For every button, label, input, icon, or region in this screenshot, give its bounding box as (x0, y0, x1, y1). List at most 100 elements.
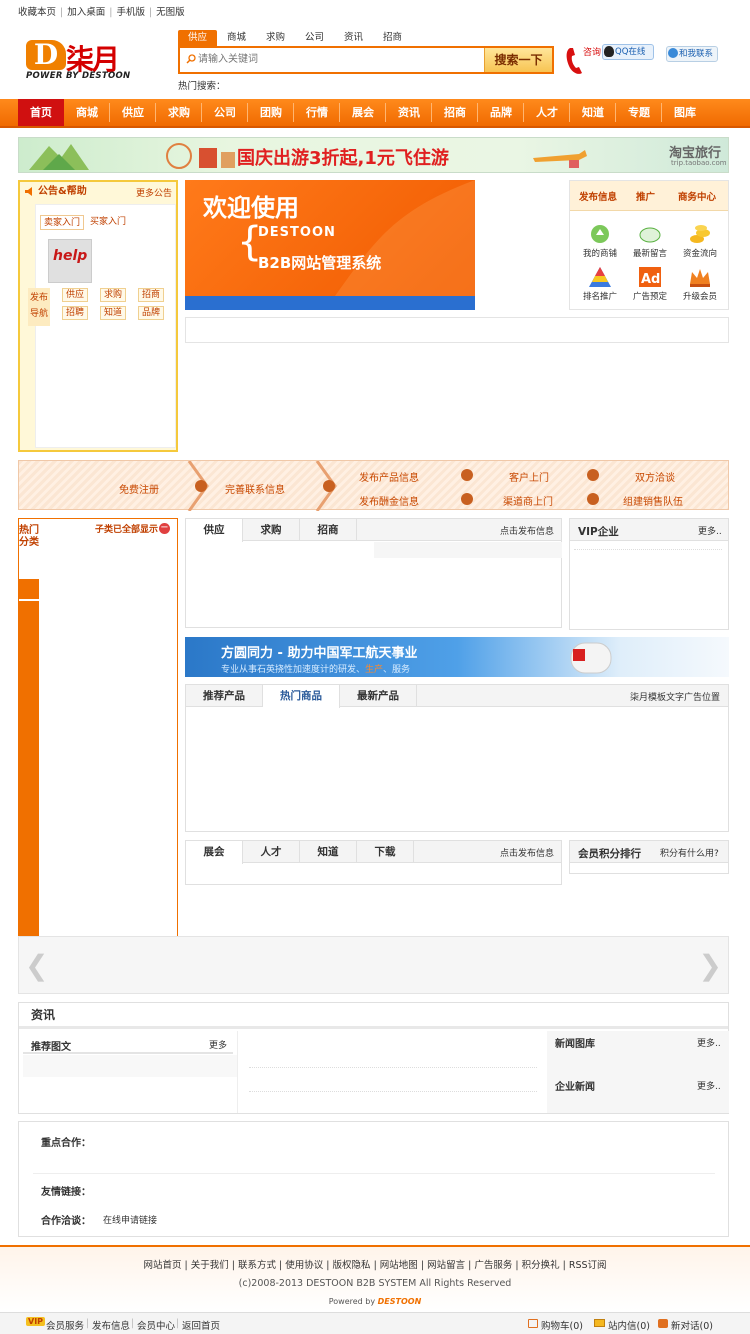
pub-buy[interactable]: 求购 (100, 288, 126, 302)
notice-more-link[interactable]: 更多公告 (136, 186, 172, 199)
nav-mall[interactable]: 商城 (64, 99, 110, 126)
quick-ranking-label: 排名推广 (582, 292, 617, 302)
nav-market[interactable]: 行情 (294, 99, 340, 126)
supply-publish-link[interactable]: 点击发布信息 (500, 524, 554, 537)
bottom-messages[interactable]: 站内信(0) (608, 1318, 650, 1332)
quick-finance[interactable]: 资金流向 (675, 223, 725, 259)
nav-invest[interactable]: 招商 (432, 99, 478, 126)
nav-home[interactable]: 首页 (18, 99, 64, 126)
nav-expo[interactable]: 展会 (340, 99, 386, 126)
welcome-banner[interactable]: 欢迎使用 { DESTOON B2B网站管理系统 (185, 180, 475, 296)
no-image-link[interactable]: 无图版 (156, 7, 185, 18)
bottom-publish[interactable]: 发布信息 (92, 1318, 130, 1332)
tab-expo[interactable]: 展会 (186, 841, 243, 864)
step-customer-visit[interactable]: 客户上门 (509, 469, 549, 484)
pub-brand[interactable]: 品牌 (138, 306, 164, 320)
apply-link[interactable]: 在线申请链接 (103, 1213, 157, 1226)
tab-buy[interactable]: 求购 (243, 519, 300, 541)
collapse-icon[interactable]: − (159, 523, 170, 534)
footer-rss[interactable]: RSS订阅 (569, 1260, 607, 1271)
search-tab-company[interactable]: 公司 (295, 30, 334, 46)
search-button[interactable]: 搜索一下 (484, 48, 552, 72)
footer-about[interactable]: 关于我们 (191, 1260, 229, 1271)
footer-terms[interactable]: 使用协议 (285, 1260, 323, 1271)
pub-supply[interactable]: 供应 (62, 288, 88, 302)
step-channel-visit[interactable]: 渠道商上门 (503, 493, 553, 508)
vip-more-link[interactable]: 更多.. (698, 524, 722, 537)
nav-special[interactable]: 专题 (616, 99, 662, 126)
tab-recommended[interactable]: 推荐产品 (186, 685, 263, 707)
nav-supply[interactable]: 供应 (110, 99, 156, 126)
search-tab-news[interactable]: 资讯 (334, 30, 373, 46)
nav-brand[interactable]: 品牌 (478, 99, 524, 126)
tab-new-products[interactable]: 最新产品 (340, 685, 417, 707)
search-tab-buy[interactable]: 求购 (256, 30, 295, 46)
footer-ads[interactable]: 广告服务 (474, 1260, 512, 1271)
powered-brand[interactable]: DESTOON (378, 1297, 422, 1306)
news-pic-more[interactable]: 更多 (209, 1038, 227, 1051)
tab-jobs[interactable]: 人才 (243, 841, 300, 863)
nav-know[interactable]: 知道 (570, 99, 616, 126)
bottom-new-chat[interactable]: 新对话(0) (671, 1318, 713, 1332)
pub-know[interactable]: 知道 (100, 306, 126, 320)
quick-upgrade[interactable]: 升级会员 (675, 266, 725, 302)
nav-buy[interactable]: 求购 (156, 99, 202, 126)
phone-icon (566, 48, 582, 74)
quick-tab-publish[interactable]: 发布信息 (579, 189, 617, 203)
footer-guestbook[interactable]: 网站留言 (427, 1260, 465, 1271)
quick-ad-booking[interactable]: Ad 广告预定 (625, 266, 675, 302)
nav-job[interactable]: 人才 (524, 99, 570, 126)
slider-next-icon[interactable]: ❯ (699, 949, 722, 982)
nav-group[interactable]: 团购 (248, 99, 294, 126)
step-sales-team[interactable]: 组建销售队伍 (623, 493, 683, 508)
bookmark-link[interactable]: 收藏本页 (18, 7, 56, 18)
quick-tab-promote[interactable]: 推广 (636, 189, 655, 203)
step-negotiate[interactable]: 双方洽谈 (635, 469, 675, 484)
quick-tab-business[interactable]: 商务中心 (678, 189, 716, 203)
footer-credits[interactable]: 积分换礼 (522, 1260, 560, 1271)
site-logo[interactable]: D 柒月 POWER BY DESTOON (26, 40, 146, 82)
bottom-cart[interactable]: 购物车(0) (541, 1318, 583, 1332)
pub-invest[interactable]: 招商 (138, 288, 164, 302)
step-contact-info[interactable]: 完善联系信息 (225, 481, 285, 496)
nav-photo[interactable]: 图库 (662, 99, 708, 126)
tab-buyer-guide[interactable]: 买家入门 (86, 215, 130, 230)
tab-seller-guide[interactable]: 卖家入门 (40, 215, 84, 230)
tab-invest[interactable]: 招商 (300, 519, 357, 541)
tab-hot-products[interactable]: 热门商品 (263, 685, 340, 708)
mobile-link[interactable]: 手机版 (116, 7, 145, 18)
search-input[interactable] (198, 48, 482, 72)
news-gallery-more[interactable]: 更多.. (697, 1036, 721, 1049)
step-register[interactable]: 免费注册 (119, 481, 159, 496)
expo-publish-link[interactable]: 点击发布信息 (500, 846, 554, 859)
footer-home[interactable]: 网站首页 (143, 1260, 181, 1271)
step-publish-reward[interactable]: 发布酬金信息 (359, 493, 419, 508)
text-ad-slot[interactable]: 柒月模板文字广告位置 (630, 690, 720, 703)
step-publish-product[interactable]: 发布产品信息 (359, 469, 419, 484)
rank-help-link[interactable]: 积分有什么用? (660, 846, 719, 859)
tab-know[interactable]: 知道 (300, 841, 357, 863)
tab-supply[interactable]: 供应 (186, 519, 243, 542)
pub-job[interactable]: 招聘 (62, 306, 88, 320)
bottom-back-home[interactable]: 返回首页 (182, 1318, 220, 1332)
nav-news[interactable]: 资讯 (386, 99, 432, 126)
search-tab-invest[interactable]: 招商 (373, 30, 412, 46)
footer-contact[interactable]: 联系方式 (238, 1260, 276, 1271)
add-desktop-link[interactable]: 加入桌面 (67, 7, 105, 18)
nav-company[interactable]: 公司 (202, 99, 248, 126)
quick-my-shop[interactable]: 我的商铺 (575, 223, 625, 259)
quick-ranking[interactable]: 排名推广 (575, 266, 625, 302)
quick-messages[interactable]: 最新留言 (625, 223, 675, 259)
footer-sitemap[interactable]: 网站地图 (380, 1260, 418, 1271)
travel-ad-banner[interactable]: 国庆出游3折起,1元飞住游 淘宝旅行 trip.taobao.com (18, 137, 729, 173)
footer-privacy[interactable]: 版权隐私 (333, 1260, 371, 1271)
search-tab-supply[interactable]: 供应 (178, 30, 217, 46)
aerospace-ad-banner[interactable]: 方圆同力 - 助力中国军工航天事业 专业从事石英挠性加速度计的研发、生产、服务 (185, 637, 729, 677)
search-tab-mall[interactable]: 商城 (217, 30, 256, 46)
tab-download[interactable]: 下载 (357, 841, 414, 863)
bottom-member-service[interactable]: 会员服务 (46, 1318, 84, 1332)
slider-prev-icon[interactable]: ❮ (25, 949, 48, 982)
bottom-member-center[interactable]: 会员中心 (137, 1318, 175, 1332)
corp-news-more[interactable]: 更多.. (697, 1079, 721, 1092)
cloud-icon (639, 227, 661, 243)
